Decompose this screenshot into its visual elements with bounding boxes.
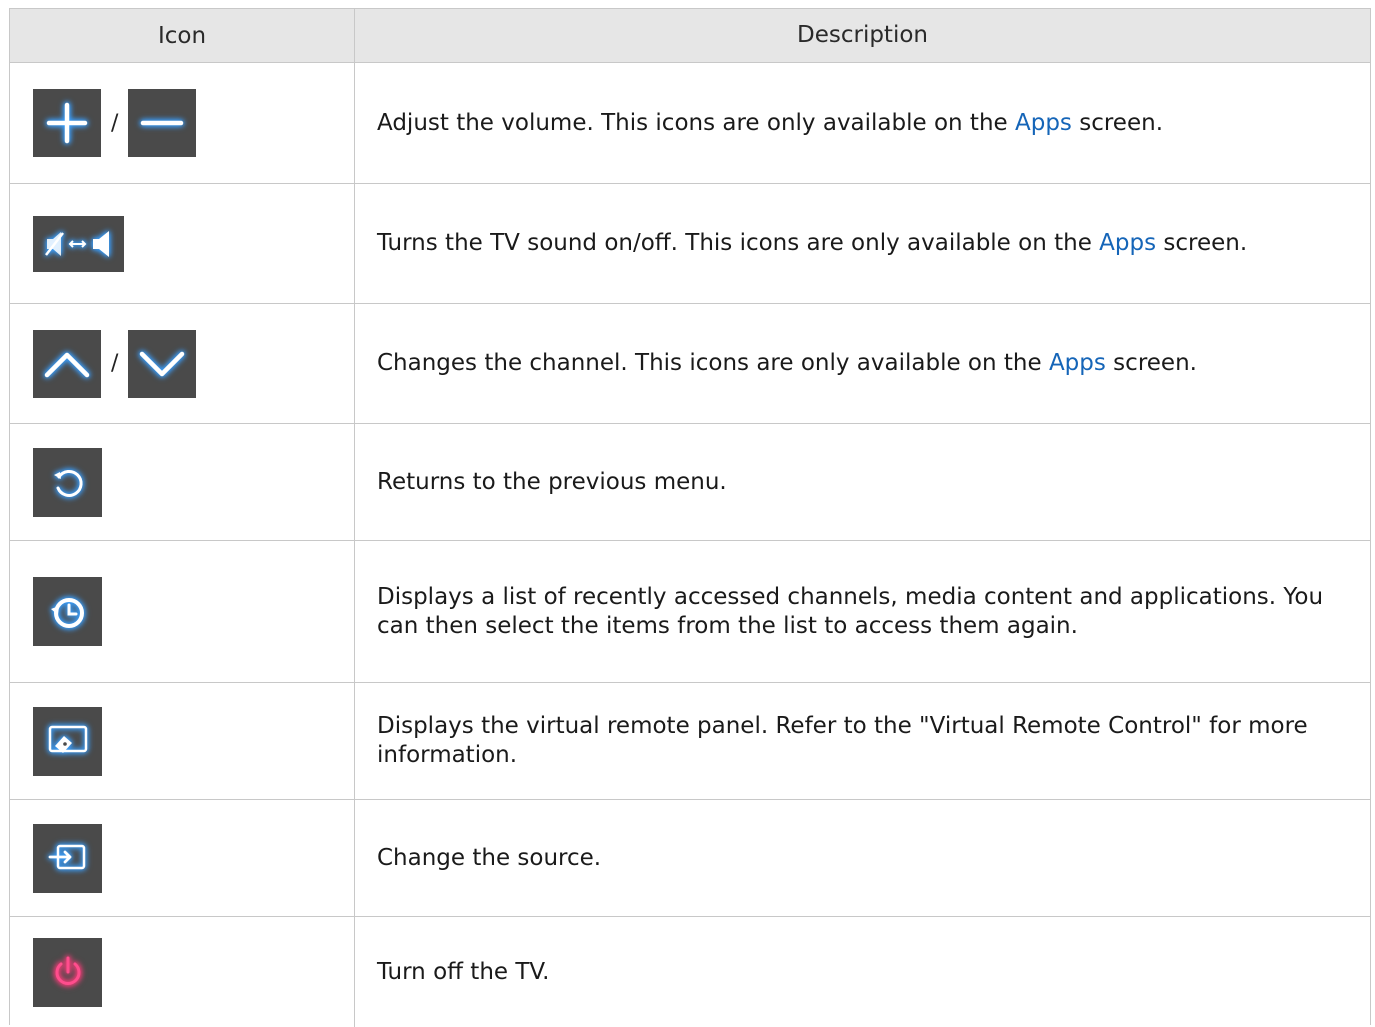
icon-cell: /: [10, 304, 355, 423]
virtual-remote-icon: [48, 725, 87, 753]
icon-cell: [10, 683, 355, 799]
return-icon: [53, 469, 83, 497]
icon-cell: [10, 541, 355, 682]
virtual-remote-button[interactable]: [33, 706, 102, 776]
description-cell: Turn off the TV.: [377, 958, 550, 985]
icon-cell: [10, 917, 355, 1027]
plus-icon: [46, 102, 88, 144]
table-header: Icon Description: [10, 9, 1370, 63]
mute-toggle-button[interactable]: [33, 215, 124, 272]
icon-cell: [10, 184, 355, 303]
table-row: Displays a list of recently accessed cha…: [10, 541, 1370, 683]
channel-down-button[interactable]: [128, 329, 197, 398]
icon-reference-table: Icon Description / Adjust the volume. Th…: [9, 8, 1371, 1027]
description-cell: Turns the TV sound on/off. This icons ar…: [377, 230, 1248, 256]
apps-link: Apps: [1048, 350, 1106, 376]
minus-icon: [141, 120, 184, 126]
power-button[interactable]: [33, 937, 102, 1007]
power-icon: [55, 956, 80, 985]
volume-up-button[interactable]: [33, 89, 101, 157]
table-row: / Adjust the volume. This icons are only…: [10, 63, 1370, 184]
description-cell: Returns to the previous menu.: [377, 468, 727, 495]
source-icon: [48, 844, 85, 870]
history-button[interactable]: [33, 577, 102, 646]
table-row: Turn off the TV.: [10, 917, 1370, 1027]
channel-up-button[interactable]: [33, 329, 101, 398]
description-cell: Adjust the volume. This icons are only a…: [377, 109, 1164, 136]
table-row: Turns the TV sound on/off. This icons ar…: [10, 184, 1370, 304]
header-description: Description: [797, 22, 928, 48]
mute-toggle-icon: [44, 230, 109, 257]
apps-link: Apps: [1015, 109, 1072, 136]
icon-cell: [10, 800, 355, 916]
description-cell: Displays the virtual remote panel. Refer…: [377, 713, 1308, 768]
icon-cell: [10, 424, 355, 540]
apps-link: Apps: [1099, 230, 1157, 256]
table-row: Displays the virtual remote panel. Refer…: [10, 683, 1370, 800]
return-button[interactable]: [33, 447, 102, 517]
separator: /: [111, 351, 119, 376]
table-row: Change the source.: [10, 800, 1370, 917]
source-button[interactable]: [33, 823, 102, 893]
chevron-up-icon: [44, 352, 90, 377]
separator: /: [111, 110, 119, 136]
table-row: Returns to the previous menu.: [10, 424, 1370, 541]
history-icon: [50, 597, 84, 628]
table-row: / Changes the channel. This icons are on…: [10, 304, 1370, 424]
description-cell: Changes the channel. This icons are only…: [377, 350, 1197, 376]
icon-cell: /: [10, 63, 355, 183]
description-cell: Displays a list of recently accessed cha…: [377, 583, 1324, 639]
volume-down-button[interactable]: [128, 89, 197, 157]
chevron-down-icon: [140, 351, 185, 376]
description-cell: Change the source.: [377, 844, 602, 871]
header-icon: Icon: [10, 9, 355, 62]
